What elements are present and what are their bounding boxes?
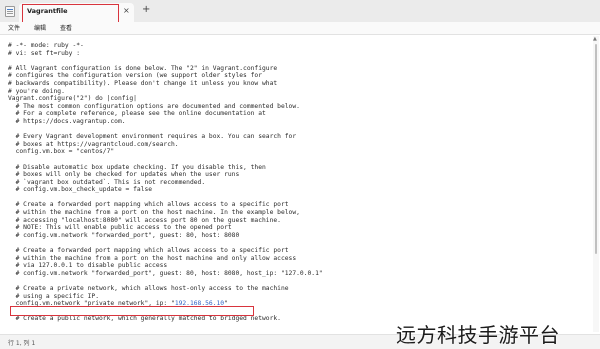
- code-line: # config.vm.network "forwarded_port", gu…: [8, 269, 323, 277]
- menu-bar: 文件 编辑 查看: [0, 22, 600, 34]
- code-line: # within the machine from a port on the …: [8, 254, 297, 262]
- private-network-prefix: config.vm.network "private_network", ip:…: [8, 300, 175, 308]
- tab-title: Vagrantfile: [27, 7, 68, 15]
- private-network-line: config.vm.network "private_network", ip:…: [8, 300, 323, 308]
- cursor-position: 行 1, 列 1: [8, 340, 36, 347]
- menu-view[interactable]: 查看: [60, 23, 72, 32]
- code-line: # Every Vagrant development environment …: [8, 133, 297, 141]
- private-network-suffix: ": [224, 300, 228, 308]
- ip-address-link[interactable]: 192.168.56.10: [175, 300, 224, 307]
- code-line: # NOTE: This will enable public access t…: [8, 224, 232, 232]
- code-lines-after: # Create a public network, which general…: [8, 308, 323, 323]
- code-line: # The most common configuration options …: [8, 102, 300, 110]
- code-line: # Create a forwarded port mapping which …: [8, 201, 289, 209]
- code-line: # config.vm.box_check_update = false: [8, 186, 153, 194]
- code-line: # Create a public network, which general…: [8, 315, 281, 323]
- code-line: # -*- mode: ruby -*-: [8, 42, 84, 49]
- code-line: # config.vm.network "forwarded_port", gu…: [8, 231, 240, 239]
- code-line: # `vagrant box outdated`. This is not re…: [8, 178, 206, 186]
- menu-file[interactable]: 文件: [8, 23, 20, 32]
- code-line: # backwards compatibility). Please don't…: [8, 79, 278, 87]
- code-line: # within the machine from a port on the …: [8, 209, 300, 217]
- code-line: # configures the configuration version (…: [8, 72, 263, 80]
- title-bar: Vagrantfile × +: [0, 0, 600, 24]
- code-line: # For a complete reference, please see t…: [8, 110, 266, 118]
- notepad-file-icon: [5, 6, 15, 17]
- code-content[interactable]: # -*- mode: ruby -*- # vi: set ft=ruby : …: [8, 42, 323, 323]
- code-line: # via 127.0.0.1 to disable public access: [8, 262, 168, 270]
- menu-edit[interactable]: 编辑: [34, 23, 46, 32]
- code-line: # https://docs.vagrantup.com.: [8, 117, 126, 125]
- text-editor[interactable]: # -*- mode: ruby -*- # vi: set ft=ruby : …: [0, 35, 600, 334]
- close-icon[interactable]: ×: [123, 6, 130, 15]
- tab-vagrantfile[interactable]: Vagrantfile ×: [19, 3, 134, 24]
- code-line: # using a specific IP.: [8, 292, 99, 300]
- scroll-thumb[interactable]: [595, 44, 597, 254]
- code-line: # vi: set ft=ruby :: [8, 49, 81, 57]
- code-line: # you're doing.: [8, 87, 65, 95]
- code-line: config.vm.box = "centos/7": [8, 148, 115, 156]
- code-line: # accessing "localhost:8080" will access…: [8, 216, 281, 224]
- code-line: Vagrant.configure("2") do |config|: [8, 95, 137, 103]
- code-line: # boxes will only be checked for updates…: [8, 171, 240, 179]
- code-line: # Disable automatic box update checking.…: [8, 163, 266, 171]
- new-tab-button[interactable]: +: [142, 4, 150, 15]
- code-line: # Create a forwarded port mapping which …: [8, 247, 289, 255]
- scroll-up-icon[interactable]: ▲: [593, 36, 597, 42]
- code-lines: # -*- mode: ruby -*- # vi: set ft=ruby : …: [8, 42, 323, 300]
- vertical-scrollbar[interactable]: ▲: [593, 36, 599, 332]
- watermark: 远方科技手游平台: [396, 323, 560, 347]
- code-line: # All Vagrant configuration is done belo…: [8, 64, 278, 72]
- code-line: # Create a private network, which allows…: [8, 285, 289, 292]
- code-line: # boxes at https://vagrantcloud.com/sear…: [8, 140, 179, 148]
